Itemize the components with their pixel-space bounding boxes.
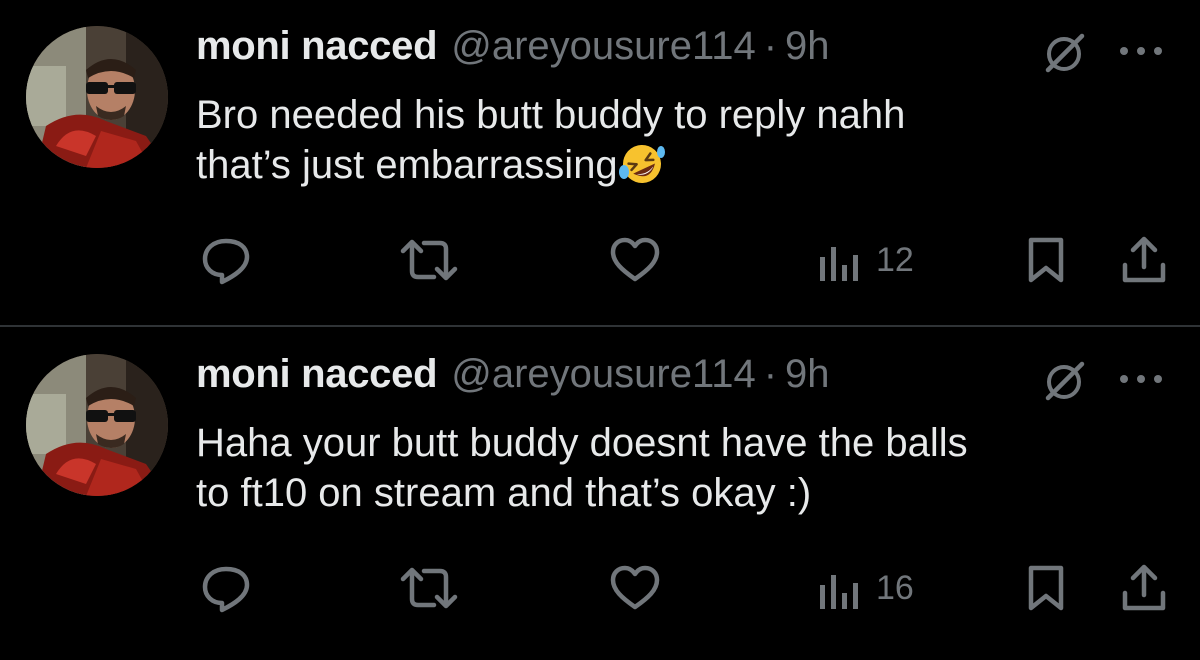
timestamp[interactable]: 9h — [785, 24, 830, 69]
retweet-button[interactable] — [398, 562, 460, 614]
rolling-on-floor-laughing-icon — [618, 142, 666, 186]
views-button[interactable]: 12 — [818, 234, 914, 286]
views-count: 16 — [876, 568, 914, 607]
tweet-actions: 16 — [0, 562, 1200, 614]
tweet-header: moni nacced @areyousure114 · 9h — [196, 352, 830, 408]
reply-icon — [202, 238, 250, 285]
timeline-feed: moni nacced @areyousure114 · 9h Bro need… — [0, 0, 1200, 660]
timestamp[interactable]: 9h — [785, 352, 830, 397]
like-button[interactable] — [608, 234, 662, 286]
retweet-button[interactable] — [398, 234, 460, 286]
more-icon[interactable] — [1112, 364, 1170, 394]
like-button[interactable] — [608, 562, 662, 614]
bookmark-icon — [1028, 237, 1064, 283]
tweet-actions: 12 — [0, 234, 1200, 286]
retweet-icon — [400, 567, 458, 609]
views-icon — [820, 575, 858, 609]
views-icon — [820, 247, 858, 281]
user-handle[interactable]: @areyousure114 — [451, 352, 756, 397]
separator-dot: · — [763, 352, 778, 396]
more-icon[interactable] — [1112, 36, 1170, 66]
tweet-text-content: Bro needed his butt buddy to reply nahh … — [196, 93, 906, 187]
tweet-divider — [0, 325, 1200, 327]
bookmark-button[interactable] — [1024, 562, 1068, 614]
like-icon — [610, 565, 660, 610]
display-name[interactable]: moni nacced — [196, 24, 438, 69]
avatar[interactable] — [26, 26, 168, 168]
grok-icon[interactable] — [1040, 358, 1088, 406]
bookmark-icon — [1028, 565, 1064, 611]
share-icon — [1122, 236, 1166, 283]
reply-button[interactable] — [200, 562, 252, 614]
avatar[interactable] — [26, 354, 168, 496]
grok-icon[interactable] — [1040, 30, 1088, 78]
tweet-text: Haha your butt buddy doesnt have the bal… — [196, 418, 1176, 518]
share-icon — [1122, 564, 1166, 611]
views-button[interactable]: 16 — [818, 562, 914, 614]
reply-icon — [202, 566, 250, 613]
reply-button[interactable] — [200, 234, 252, 286]
views-count: 12 — [876, 240, 914, 279]
tweet[interactable]: moni nacced @areyousure114 · 9h Bro need… — [0, 0, 1200, 326]
display-name[interactable]: moni nacced — [196, 352, 438, 397]
tweet-text-content: Haha your butt buddy doesnt have the bal… — [196, 421, 968, 515]
share-button[interactable] — [1120, 234, 1168, 286]
separator-dot: · — [763, 24, 778, 68]
retweet-icon — [400, 239, 458, 281]
like-icon — [610, 237, 660, 282]
user-handle[interactable]: @areyousure114 — [451, 24, 756, 69]
bookmark-button[interactable] — [1024, 234, 1068, 286]
tweet[interactable]: moni nacced @areyousure114 · 9h Haha you… — [0, 328, 1200, 654]
tweet-header: moni nacced @areyousure114 · 9h — [196, 24, 830, 80]
share-button[interactable] — [1120, 562, 1168, 614]
tweet-text: Bro needed his butt buddy to reply nahh … — [196, 90, 1176, 190]
